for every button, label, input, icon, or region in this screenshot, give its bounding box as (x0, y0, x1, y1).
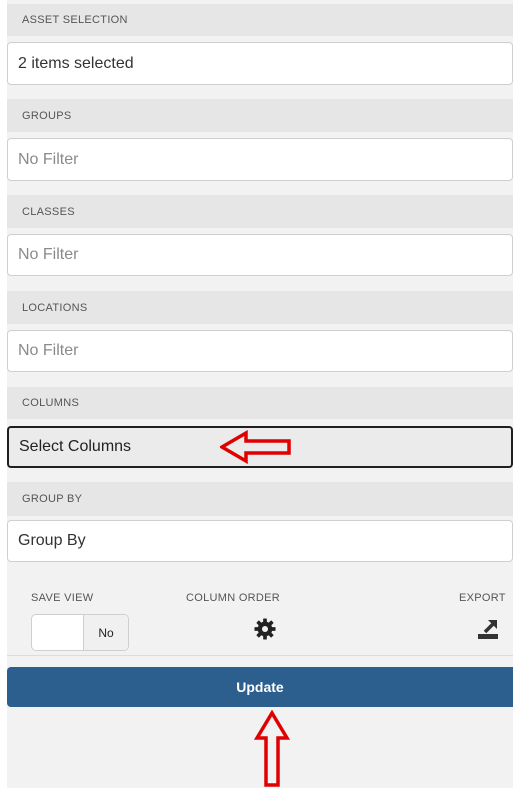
asset-selection-label: ASSET SELECTION (7, 4, 513, 36)
red-arrow-left-icon (220, 430, 291, 464)
column-order-label: COLUMN ORDER (186, 592, 281, 604)
save-view-label: SAVE VIEW (31, 592, 94, 604)
gear-icon[interactable] (254, 618, 276, 640)
update-button[interactable]: Update (7, 667, 513, 707)
groups-filter-dropdown[interactable]: No Filter (7, 138, 513, 181)
export-label: EXPORT (459, 592, 506, 604)
red-arrow-up-icon (254, 710, 290, 787)
options-divider (7, 655, 513, 656)
classes-label: CLASSES (7, 195, 513, 228)
locations-filter-dropdown[interactable]: No Filter (7, 330, 513, 372)
locations-label: LOCATIONS (7, 291, 513, 324)
group-by-label: GROUP BY (7, 482, 513, 516)
save-view-toggle[interactable]: No (31, 614, 129, 651)
save-view-toggle-value: No (83, 615, 128, 650)
export-icon[interactable] (476, 616, 500, 640)
asset-selection-dropdown[interactable]: 2 items selected (7, 42, 513, 85)
group-by-dropdown[interactable]: Group By (7, 520, 513, 562)
columns-label: COLUMNS (7, 387, 513, 419)
classes-filter-dropdown[interactable]: No Filter (7, 234, 513, 276)
groups-label: GROUPS (7, 99, 513, 132)
